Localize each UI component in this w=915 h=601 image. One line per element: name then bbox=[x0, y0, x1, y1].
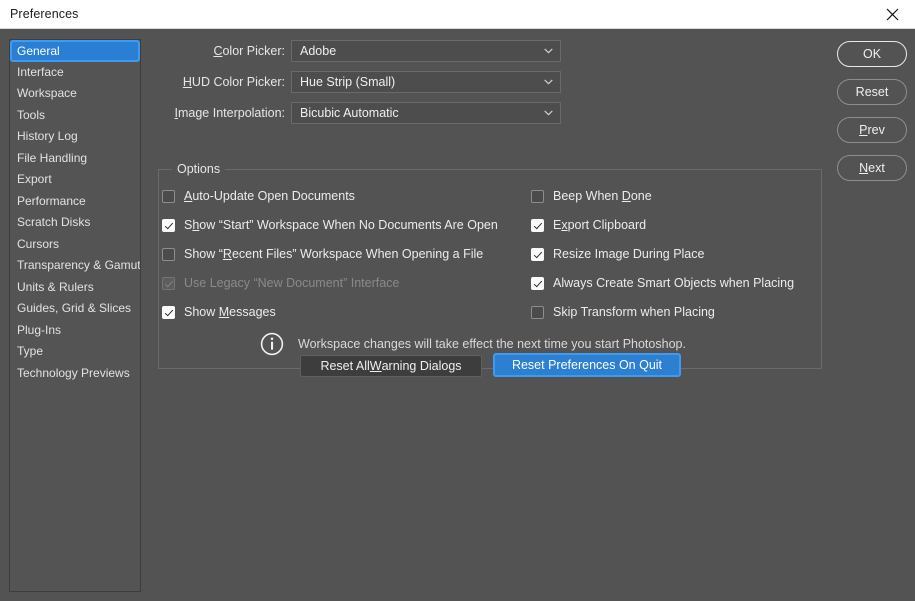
button-reset[interactable]: Reset bbox=[837, 79, 907, 105]
dropdown-value: Adobe bbox=[300, 44, 337, 58]
window-title: Preferences bbox=[10, 7, 79, 21]
checkbox-use-legacy-new-document-interfac: Use Legacy “New Document” Interface bbox=[162, 274, 399, 292]
checkbox-indicator bbox=[531, 276, 544, 290]
dropdown-image-interpolation[interactable]: Bicubic Automatic bbox=[291, 102, 561, 124]
sidebar-item-scratch-disks[interactable]: Scratch Disks bbox=[10, 212, 140, 234]
sidebar-item-label: Units & Rulers bbox=[17, 279, 94, 294]
checkbox-label: Export Clipboard bbox=[553, 218, 647, 232]
field-row-olor-picker: Color Picker: Adobe bbox=[0, 40, 915, 62]
sidebar-item-type[interactable]: Type bbox=[10, 341, 140, 363]
checkbox-skip-transform-when-placing[interactable]: Skip Transform when Placing bbox=[531, 303, 715, 321]
info-note-text: Workspace changes will take effect the n… bbox=[298, 337, 686, 351]
checkbox-label: Use Legacy “New Document” Interface bbox=[184, 276, 400, 290]
checkbox-label: Skip Transform when Placing bbox=[553, 305, 715, 319]
checkbox-resize-image-during-place[interactable]: Resize Image During Place bbox=[531, 245, 704, 263]
checkbox-indicator bbox=[531, 218, 544, 232]
sidebar-item-label: Cursors bbox=[17, 236, 60, 251]
sidebar-item-units-rulers[interactable]: Units & Rulers bbox=[10, 277, 140, 299]
options-group-title: Options bbox=[172, 162, 226, 176]
checkbox-indicator bbox=[162, 189, 175, 203]
close-icon[interactable] bbox=[869, 0, 915, 28]
chevron-down-icon bbox=[544, 48, 553, 54]
window-titlebar: Preferences bbox=[0, 0, 915, 29]
button-prev[interactable]: Prev bbox=[837, 117, 907, 143]
checkbox-show-recent-files-workspace-when[interactable]: Show “Recent Files” Workspace When Openi… bbox=[162, 245, 483, 263]
checkbox-show-messages[interactable]: Show Messages bbox=[162, 303, 276, 321]
checkbox-label: Beep When Done bbox=[553, 189, 652, 203]
sidebar-item-label: History Log bbox=[17, 129, 78, 143]
sidebar-item-label: Scratch Disks bbox=[17, 215, 91, 229]
sidebar-item-label: File Handling bbox=[17, 150, 88, 165]
checkbox-auto-update-open-documents[interactable]: Auto-Update Open Documents bbox=[162, 187, 355, 205]
field-label: Image Interpolation: bbox=[174, 106, 286, 120]
button-ok[interactable]: OK bbox=[837, 41, 907, 67]
checkbox-indicator bbox=[531, 305, 544, 319]
sidebar-item-label: Performance bbox=[17, 193, 86, 208]
field-label: HUD Color Picker: bbox=[182, 75, 285, 89]
dropdown-color-picker[interactable]: Adobe bbox=[291, 40, 561, 62]
button-reset-all-warning-dialogs[interactable]: Reset All Warning Dialogs bbox=[300, 355, 482, 377]
checkbox-label: Show “Start” Workspace When No Documents… bbox=[184, 218, 498, 232]
sidebar-item-history-log[interactable]: History Log bbox=[10, 126, 140, 148]
sidebar-item-transparency-gamut[interactable]: Transparency & Gamut bbox=[10, 255, 140, 277]
sidebar-item-label: Transparency & Gamut bbox=[17, 258, 141, 272]
checkbox-label: Show “Recent Files” Workspace When Openi… bbox=[184, 247, 484, 261]
checkbox-label: Auto-Update Open Documents bbox=[184, 189, 355, 203]
checkbox-indicator bbox=[162, 247, 175, 261]
sidebar-item-label: Plug-Ins bbox=[17, 322, 62, 337]
sidebar-item-label: Guides, Grid & Slices bbox=[17, 301, 132, 315]
checkbox-always-create-smart-objects-when-p[interactable]: Always Create Smart Objects when Placing bbox=[531, 274, 794, 292]
sidebar-item-guides-grid-slices[interactable]: Guides, Grid & Slices bbox=[10, 298, 140, 320]
sidebar-item-performance[interactable]: Performance bbox=[10, 191, 140, 213]
info-icon bbox=[260, 332, 284, 356]
checkbox-indicator bbox=[531, 189, 544, 203]
sidebar-item-label: Technology Previews bbox=[17, 365, 130, 380]
sidebar-item-file-handling[interactable]: File Handling bbox=[10, 148, 140, 170]
button-next[interactable]: Next bbox=[837, 155, 907, 181]
field-row-mage-interpolation: Image Interpolation: Bicubic Automatic bbox=[0, 102, 915, 124]
checkbox-indicator bbox=[531, 247, 544, 261]
sidebar-item-plug-ins[interactable]: Plug-Ins bbox=[10, 320, 140, 342]
dropdown-hud-color-picker[interactable]: Hue Strip (Small) bbox=[291, 71, 561, 93]
sidebar-item-cursors[interactable]: Cursors bbox=[10, 234, 140, 256]
chevron-down-icon bbox=[544, 79, 553, 85]
sidebar-item-label: Export bbox=[17, 172, 52, 186]
preferences-dialog: General Interface Workspace Tools History Lo… bbox=[0, 29, 915, 601]
checkbox-beep-when-done[interactable]: Beep When Done bbox=[531, 187, 652, 205]
checkbox-indicator bbox=[162, 218, 175, 232]
field-label: Color Picker: bbox=[213, 44, 285, 58]
checkbox-label: Always Create Smart Objects when Placing bbox=[553, 276, 795, 290]
dropdown-value: Hue Strip (Small) bbox=[300, 75, 396, 89]
checkbox-indicator bbox=[162, 305, 175, 319]
field-row-ud-color-picker: HUD Color Picker: Hue Strip (Small) bbox=[0, 71, 915, 93]
checkbox-label: Show Messages bbox=[184, 305, 276, 319]
sidebar-item-export[interactable]: Export bbox=[10, 169, 140, 191]
dropdown-value: Bicubic Automatic bbox=[300, 106, 399, 120]
checkbox-indicator bbox=[162, 276, 175, 290]
sidebar-item-technology-previews[interactable]: Technology Previews bbox=[10, 363, 140, 385]
checkbox-export-clipboard[interactable]: Export Clipboard bbox=[531, 216, 646, 234]
chevron-down-icon bbox=[544, 110, 553, 116]
button-reset-preferences-on-quit[interactable]: Reset Preferences On Quit bbox=[493, 353, 681, 377]
sidebar-item-label: Type bbox=[17, 344, 44, 358]
checkbox-show-start-workspace-when-no-doc[interactable]: Show “Start” Workspace When No Documents… bbox=[162, 216, 498, 234]
checkbox-label: Resize Image During Place bbox=[553, 247, 705, 261]
